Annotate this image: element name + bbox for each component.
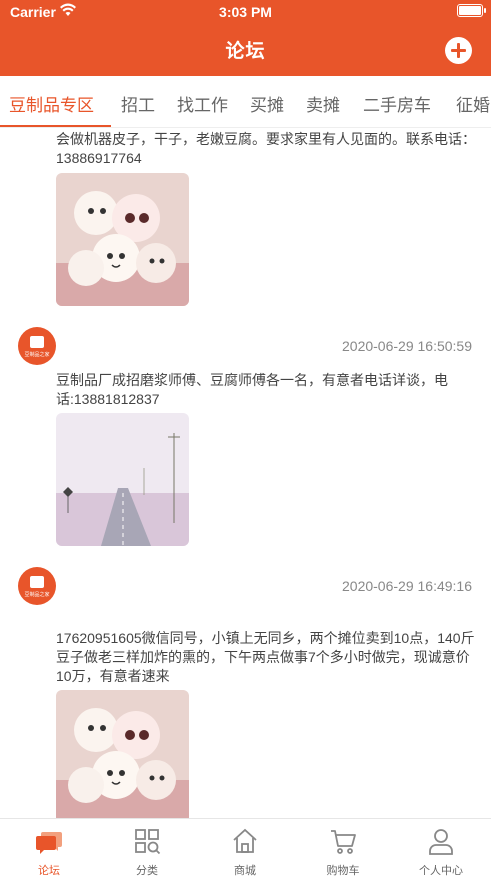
tab-sell-stall[interactable]: 卖摊 [306,91,340,116]
avatar-label: 豆制品之家 [24,592,50,598]
store-logo-icon [30,576,44,588]
battery-icon [457,4,486,17]
post-text: 会做机器皮子，干子，老嫩豆腐。要求家里有人见面的。联系电话：1388691776… [56,131,476,166]
cart-icon [331,830,356,854]
add-post-button[interactable] [445,37,472,64]
tab-hiring[interactable]: 招工 [121,91,155,116]
user-icon [429,829,453,855]
tab-job-seeking[interactable]: 找工作 [177,91,228,116]
post-text: 17620951605微信同号，小镇上无同乡，两个摊位卖到10点，140斤豆子做… [56,630,475,684]
tabbar-item-cart[interactable]: 购物车 [294,819,392,877]
avatar-label: 豆制品之家 [24,352,50,358]
road-image [56,413,189,546]
home-icon [233,828,257,853]
post-image[interactable] [56,173,189,306]
store-logo-icon [30,336,44,348]
tabbar-item-forum[interactable]: 论坛 [0,819,98,877]
tabbar-label: 分类 [136,865,158,877]
tabbar-item-profile[interactable]: 个人中心 [392,819,490,877]
marshmallow-image [56,173,189,306]
tabbar-label: 购物车 [326,865,360,877]
tabbar-label: 商城 [234,865,256,877]
bottom-tab-bar: 论坛 分类 商城 购物车 个人中心 [0,818,491,877]
tabbar-item-category[interactable]: 分类 [98,819,196,877]
tab-matchmaking[interactable]: 征婚 [456,91,490,116]
category-tabs: 豆制品专区 招工 找工作 买摊 卖摊 二手房车 征婚 [0,76,491,128]
tabbar-label: 论坛 [38,865,60,877]
post-feed[interactable]: 会做机器皮子，干子，老嫩豆腐。要求家里有人见面的。联系电话：1388691776… [0,128,491,818]
post-timestamp: 2020-06-29 16:50:59 [342,338,472,354]
tabbar-label: 个人中心 [419,865,463,877]
clock: 3:03 PM [219,4,272,20]
tab-buy-stall[interactable]: 买摊 [250,91,284,116]
post-timestamp: 2020-06-29 16:49:16 [342,578,472,594]
post-text: 豆制品厂成招磨浆师傅、豆腐师傅各一名，有意者电话详谈，电话:1388181283… [56,372,448,407]
app-header: Carrier 3:03 PM 论坛 [0,0,491,76]
avatar[interactable]: 豆制品之家 [18,327,56,365]
post-image[interactable] [56,413,189,546]
marshmallow-image [56,690,189,818]
post-image[interactable] [56,690,189,818]
tab-soy-products[interactable]: 豆制品专区 [9,91,94,116]
page-title: 论坛 [225,41,266,62]
status-bar: Carrier 3:03 PM [0,0,491,24]
tab-used-house-car[interactable]: 二手房车 [363,91,431,116]
avatar[interactable]: 豆制品之家 [18,567,56,605]
category-icon [135,829,161,855]
tabbar-item-mall[interactable]: 商城 [196,819,294,877]
forum-icon [36,832,62,854]
